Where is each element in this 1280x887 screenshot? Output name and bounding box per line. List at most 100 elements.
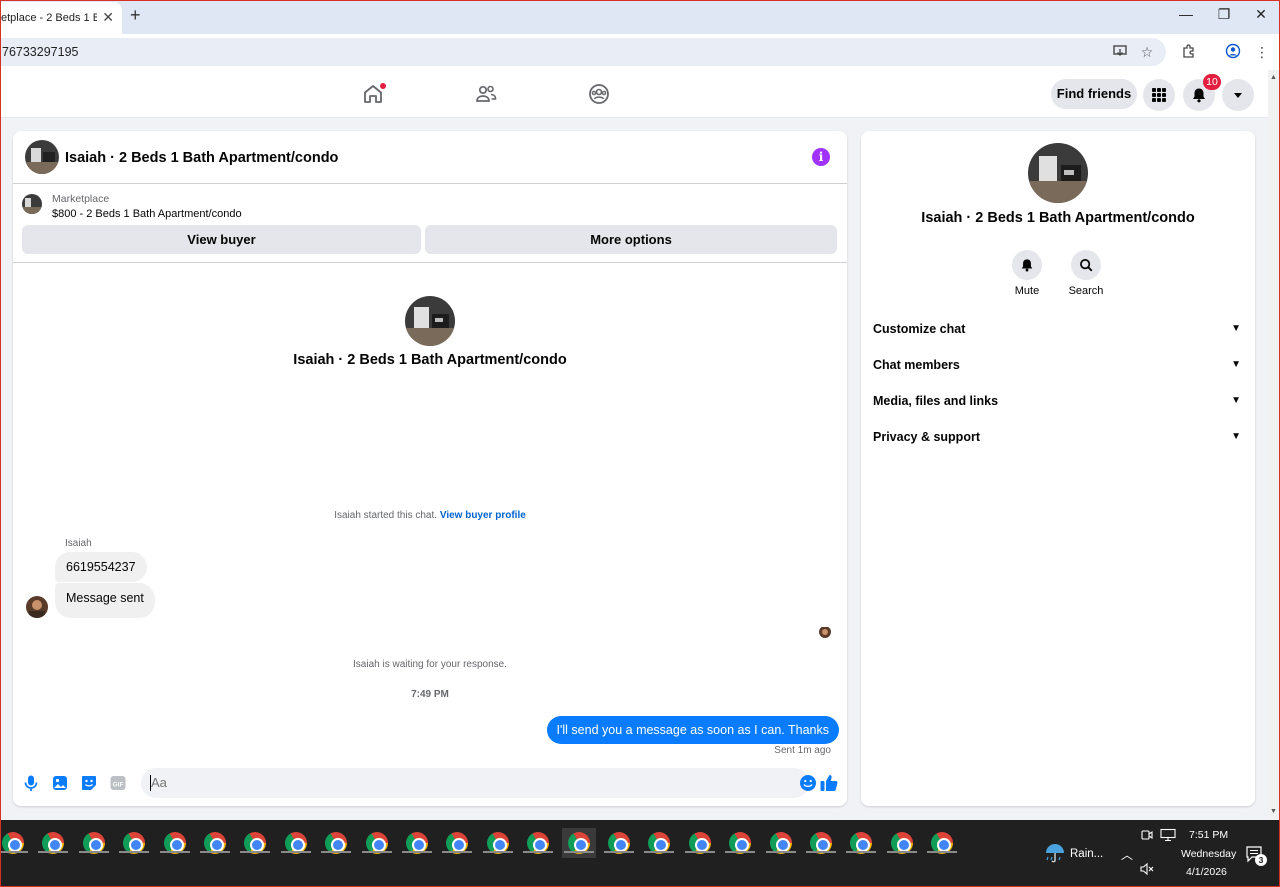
restore-button[interactable]: ❐ xyxy=(1214,6,1234,23)
taskbar-chrome-app[interactable] xyxy=(602,828,636,858)
taskbar-chrome-app[interactable] xyxy=(198,828,232,858)
view-buyer-button[interactable]: View buyer xyxy=(22,225,421,254)
section-media-files-links[interactable]: Media, files and links ▼ xyxy=(873,386,1243,416)
speaker-muted-icon[interactable] xyxy=(1140,862,1154,881)
message-timestamp: 7:49 PM xyxy=(411,689,449,700)
sent-status: Sent 1m ago xyxy=(774,745,831,756)
extensions-icon[interactable] xyxy=(1180,43,1198,61)
taskbar-app-indicator xyxy=(725,851,756,853)
weather-icon[interactable] xyxy=(1044,844,1066,869)
taskbar-chrome-app[interactable] xyxy=(521,828,555,858)
sender-name: Isaiah xyxy=(65,538,92,549)
friends-icon[interactable] xyxy=(474,82,498,106)
taskbar-chrome-app[interactable] xyxy=(683,828,717,858)
tab-close-icon[interactable]: ✕ xyxy=(102,9,114,26)
browser-tab-bar: etplace - 2 Beds 1 Bat ✕ + — ❐ ✕ xyxy=(0,0,1280,34)
scroll-down-arrow-icon[interactable]: ▼ xyxy=(1270,808,1277,815)
meet-now-icon[interactable] xyxy=(1140,828,1154,847)
taskbar-chrome-app[interactable] xyxy=(0,828,30,858)
scroll-up-arrow-icon[interactable]: ▲ xyxy=(1270,74,1277,81)
minimize-button[interactable]: — xyxy=(1176,6,1196,22)
bookmark-star-icon[interactable]: ☆ xyxy=(1138,43,1156,61)
taskbar-chrome-app[interactable] xyxy=(77,828,111,858)
menu-grid-button[interactable] xyxy=(1143,79,1175,111)
section-chat-members[interactable]: Chat members ▼ xyxy=(873,350,1243,380)
view-buyer-profile-link[interactable]: View buyer profile xyxy=(440,510,526,521)
message-bubble-incoming[interactable]: Message sent xyxy=(55,583,155,618)
chat-title[interactable]: Isaiah · 2 Beds 1 Bath Apartment/condo xyxy=(65,150,338,166)
chat-center-name: Isaiah · 2 Beds 1 Bath Apartment/condo xyxy=(293,352,567,368)
sticker-icon[interactable] xyxy=(80,774,98,792)
address-bar[interactable]: 76733297195 xyxy=(0,38,1166,66)
emoji-icon[interactable] xyxy=(799,774,817,797)
new-tab-button[interactable]: + xyxy=(130,5,141,26)
taskbar-chrome-app[interactable] xyxy=(238,828,272,858)
taskbar-app-indicator xyxy=(482,851,513,853)
taskbar-app-indicator xyxy=(523,851,554,853)
page-scrollbar[interactable] xyxy=(1268,70,1280,820)
chat-header-avatar[interactable] xyxy=(25,140,59,174)
taskbar-chrome-app[interactable] xyxy=(440,828,474,858)
taskbar-chrome-app[interactable] xyxy=(158,828,192,858)
microphone-icon[interactable] xyxy=(22,774,40,792)
photo-icon[interactable] xyxy=(51,774,69,792)
network-icon[interactable] xyxy=(1160,828,1176,847)
taskbar-app-indicator xyxy=(806,851,836,853)
mute-action[interactable]: Mute xyxy=(997,250,1057,297)
taskbar-app-indicator xyxy=(361,851,392,853)
listing-thumbnail[interactable] xyxy=(22,194,42,214)
taskbar-chrome-app[interactable] xyxy=(764,828,798,858)
weather-text[interactable]: Rain... xyxy=(1070,848,1103,860)
taskbar-chrome-app[interactable] xyxy=(561,828,596,858)
bell-icon xyxy=(1012,250,1042,280)
install-app-icon[interactable] xyxy=(1111,43,1129,61)
window-close-button[interactable]: ✕ xyxy=(1251,6,1271,23)
taskbar-chrome-app[interactable] xyxy=(723,828,757,858)
search-action[interactable]: Search xyxy=(1056,250,1116,297)
listing-title[interactable]: $800 - 2 Beds 1 Bath Apartment/condo xyxy=(52,208,242,220)
taskbar-chrome-app[interactable] xyxy=(925,828,959,858)
message-bubble-outgoing[interactable]: I'll send you a message as soon as I can… xyxy=(546,716,839,744)
clock-day[interactable]: Wednesday xyxy=(1181,848,1236,860)
profile-icon[interactable] xyxy=(1224,43,1242,61)
info-icon[interactable]: i xyxy=(812,148,830,166)
find-friends-button[interactable]: Find friends xyxy=(1051,79,1137,109)
clock-time[interactable]: 7:51 PM xyxy=(1189,829,1228,841)
chat-center-avatar[interactable] xyxy=(405,296,455,346)
taskbar-chrome-app[interactable] xyxy=(279,828,313,858)
section-privacy-support[interactable]: Privacy & support ▼ xyxy=(873,422,1243,452)
taskbar-chrome-app[interactable] xyxy=(804,828,838,858)
tray-overflow-chevron-icon[interactable]: ︿ xyxy=(1121,846,1133,863)
message-input[interactable] xyxy=(151,775,771,790)
taskbar-chrome-app[interactable] xyxy=(360,828,394,858)
sender-avatar[interactable] xyxy=(26,596,48,618)
taskbar-app-indicator xyxy=(402,851,432,853)
clock-date[interactable]: 4/1/2026 xyxy=(1186,866,1227,878)
taskbar-chrome-app[interactable] xyxy=(642,828,676,858)
taskbar-chrome-app[interactable] xyxy=(481,828,515,858)
account-menu-button[interactable] xyxy=(1222,79,1254,111)
chat-details-panel: Isaiah · 2 Beds 1 Bath Apartment/condo M… xyxy=(861,131,1255,806)
more-options-button[interactable]: More options xyxy=(425,225,837,254)
notification-count-badge: 3 xyxy=(1255,854,1267,866)
message-composer[interactable] xyxy=(141,768,816,798)
browser-menu-icon[interactable]: ⋮ xyxy=(1253,43,1271,61)
taskbar-chrome-app[interactable] xyxy=(844,828,878,858)
details-avatar[interactable] xyxy=(1028,143,1088,203)
message-bubble-incoming[interactable]: 6619554237 xyxy=(55,552,147,582)
section-customize-chat[interactable]: Customize chat ▼ xyxy=(873,314,1243,344)
url-text: 76733297195 xyxy=(2,45,79,59)
gif-icon[interactable]: GIF xyxy=(109,774,127,792)
browser-tab[interactable]: etplace - 2 Beds 1 Bat ✕ xyxy=(0,2,122,34)
taskbar-chrome-app[interactable] xyxy=(400,828,434,858)
browser-toolbar: 76733297195 ☆ ⋮ xyxy=(0,34,1280,70)
groups-icon[interactable] xyxy=(587,82,611,106)
taskbar-chrome-app[interactable] xyxy=(36,828,70,858)
taskbar-chrome-app[interactable] xyxy=(319,828,353,858)
like-icon[interactable] xyxy=(819,773,838,791)
section-label: Customize chat xyxy=(873,322,966,336)
taskbar-chrome-app[interactable] xyxy=(885,828,919,858)
waiting-note: Isaiah is waiting for your response. xyxy=(353,659,507,670)
taskbar-chrome-app[interactable] xyxy=(117,828,151,858)
caret-down-icon xyxy=(1234,93,1242,98)
